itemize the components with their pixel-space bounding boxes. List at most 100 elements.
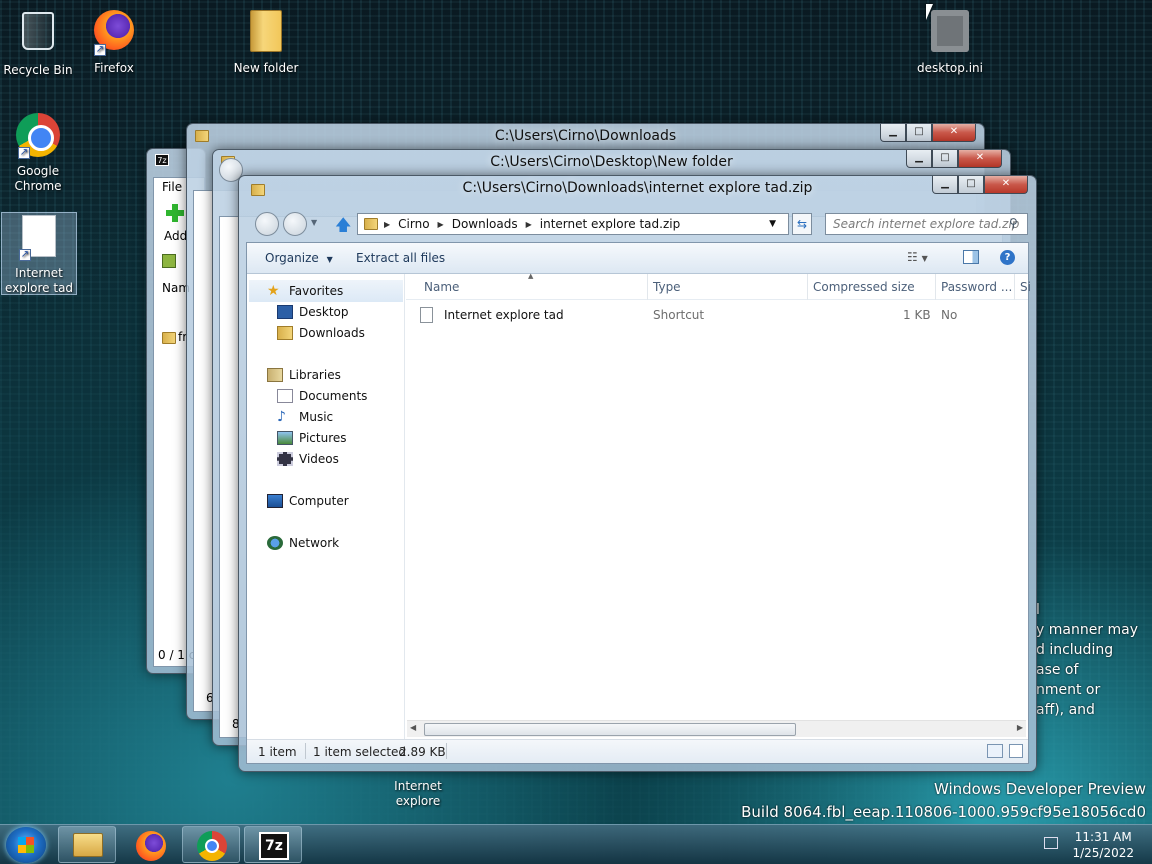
- legal-line: l: [1036, 602, 1040, 618]
- action-center-icon[interactable]: [1044, 837, 1058, 849]
- taskbar-chrome[interactable]: [182, 826, 240, 863]
- breadcrumb-item[interactable]: Downloads: [452, 217, 518, 231]
- desktop-icon-google-chrome[interactable]: ↗ Google Chrome: [0, 111, 76, 194]
- desktop-icon-recycle-bin[interactable]: Recycle Bin: [0, 6, 76, 78]
- column-header-type[interactable]: Type: [653, 280, 681, 294]
- desktop-icon-desktop-ini[interactable]: desktop.ini: [912, 6, 988, 76]
- maximize-button[interactable]: □: [932, 150, 958, 168]
- taskbar-firefox[interactable]: [121, 826, 179, 863]
- window-title: C:\Users\Cirno\Desktop\New folder: [490, 154, 733, 170]
- search-icon[interactable]: ⚲: [1009, 216, 1018, 230]
- refresh-button[interactable]: ⇆: [792, 213, 812, 235]
- status-bar: 1 item 1 item selected 2.89 KB: [247, 739, 1028, 763]
- extract-all-button[interactable]: Extract all files: [356, 251, 445, 265]
- taskbar-7zip[interactable]: 7z: [244, 826, 302, 863]
- details-view-icon[interactable]: [987, 744, 1003, 758]
- maximize-button[interactable]: □: [958, 176, 984, 194]
- breadcrumb-item[interactable]: internet explore tad.zip: [540, 217, 680, 231]
- column-header-compressed-size[interactable]: Compressed size: [813, 280, 915, 294]
- address-dropdown-icon[interactable]: ▼: [769, 219, 776, 229]
- close-button[interactable]: ✕: [932, 124, 976, 142]
- up-arrow-icon[interactable]: 🡅: [335, 214, 351, 241]
- nav-item-pictures[interactable]: Pictures: [277, 428, 347, 448]
- desktop-icon-label: Internet explore tad: [4, 266, 74, 295]
- preview-pane-icon[interactable]: [963, 250, 979, 264]
- desktop-icon-internet-explore-tad[interactable]: ↗ Internet explore tad: [1, 212, 77, 295]
- folder-icon: [364, 218, 378, 230]
- minimize-button[interactable]: ▁: [906, 150, 932, 168]
- sort-ascending-icon: ▲: [528, 272, 534, 280]
- column-header-size[interactable]: Si: [1020, 280, 1031, 294]
- desktop-icon-new-folder[interactable]: New folder: [228, 6, 304, 76]
- back-button[interactable]: [255, 212, 279, 236]
- breadcrumb-item[interactable]: Cirno: [398, 217, 429, 231]
- settings-file-icon: [926, 10, 974, 58]
- nav-label: Desktop: [299, 305, 349, 319]
- scroll-right-icon[interactable]: ▶: [1017, 723, 1023, 732]
- up-folder-icon[interactable]: [162, 254, 176, 268]
- desktop-icon-label: Firefox: [94, 61, 134, 75]
- maximize-button[interactable]: □: [906, 124, 932, 142]
- add-button[interactable]: Add: [164, 229, 187, 243]
- caption-buttons: ▁ □ ✕: [906, 150, 1002, 168]
- nav-item-videos[interactable]: Videos: [277, 449, 339, 469]
- column-divider: [647, 274, 648, 300]
- view-options-icon[interactable]: ☷ ▼: [907, 250, 928, 264]
- legal-line: ase of: [1036, 662, 1079, 678]
- music-icon: ♪: [277, 409, 286, 425]
- mouse-cursor-icon: [926, 4, 933, 20]
- minimize-button[interactable]: ▁: [932, 176, 958, 194]
- chevron-right-icon: ▶: [525, 219, 532, 229]
- forward-button[interactable]: [283, 212, 307, 236]
- nav-item-favorites[interactable]: ★ Favorites: [267, 281, 343, 301]
- help-icon[interactable]: ?: [1000, 250, 1015, 265]
- close-button[interactable]: ✕: [984, 176, 1028, 194]
- command-bar: Organize ▼ Extract all files ☷ ▼ ?: [247, 243, 1028, 274]
- organize-button[interactable]: Organize ▼: [265, 251, 333, 265]
- start-button[interactable]: [6, 827, 46, 863]
- nav-item-downloads[interactable]: Downloads: [277, 323, 365, 343]
- chevron-right-icon: ▶: [437, 219, 444, 229]
- status-divider: [446, 743, 447, 759]
- desktop-icon-firefox[interactable]: ↗ Firefox: [76, 6, 152, 76]
- file-password: No: [941, 308, 958, 322]
- search-input[interactable]: Search internet explore tad.zip: [825, 213, 1028, 235]
- horizontal-scrollbar[interactable]: ◀ ▶: [407, 720, 1026, 737]
- nav-item-music[interactable]: ♪ Music: [277, 407, 333, 427]
- watermark-line-1: Windows Developer Preview: [933, 780, 1146, 798]
- explorer-content: Organize ▼ Extract all files ☷ ▼ ? ★ Fav…: [246, 242, 1031, 764]
- column-headers: ▲ Name Type Compressed size Password ...…: [406, 272, 1031, 300]
- close-button[interactable]: ✕: [958, 150, 1002, 168]
- scrollbar-thumb[interactable]: [424, 723, 796, 736]
- nav-label: Pictures: [299, 431, 347, 445]
- window-zip-explorer[interactable]: C:\Users\Cirno\Downloads\internet explor…: [238, 175, 1037, 772]
- desktop-icon-internet-explore[interactable]: Internet explore: [380, 779, 456, 809]
- column-header-name[interactable]: Name: [424, 280, 459, 294]
- system-clock[interactable]: 11:31 AM 1/25/2022: [1072, 829, 1134, 861]
- firefox-icon: ↗: [90, 10, 138, 58]
- nav-label: Libraries: [289, 368, 341, 382]
- file-row[interactable]: Internet explore tad Shortcut 1 KB No: [420, 305, 1028, 325]
- nav-item-computer[interactable]: Computer: [267, 491, 349, 511]
- address-bar[interactable]: ▶ Cirno ▶ Downloads ▶ internet explore t…: [357, 213, 789, 235]
- nav-item-network[interactable]: Network: [267, 533, 339, 553]
- nav-item-libraries[interactable]: Libraries: [267, 365, 341, 385]
- large-icons-view-icon[interactable]: [1009, 744, 1023, 758]
- recent-pages-dropdown[interactable]: ▼: [311, 218, 317, 227]
- minimize-button[interactable]: ▁: [880, 124, 906, 142]
- column-header-password[interactable]: Password ...: [941, 280, 1012, 294]
- legal-line: d including: [1036, 642, 1114, 658]
- nav-item-documents[interactable]: Documents: [277, 386, 367, 406]
- legal-line: y manner may: [1036, 622, 1139, 638]
- computer-icon: [267, 494, 283, 508]
- navigation-pane: ★ Favorites Desktop Downloads Libraries …: [247, 274, 405, 739]
- chevron-right-icon: ▶: [384, 219, 391, 229]
- menu-file[interactable]: File: [162, 180, 182, 194]
- videos-icon: [277, 452, 293, 466]
- 7zip-app-icon: 7z: [155, 154, 169, 166]
- taskbar-file-explorer[interactable]: [58, 826, 116, 863]
- nav-label: Documents: [299, 389, 368, 403]
- nav-item-desktop[interactable]: Desktop: [277, 302, 349, 322]
- network-icon: [267, 536, 283, 550]
- scroll-left-icon[interactable]: ◀: [410, 723, 416, 732]
